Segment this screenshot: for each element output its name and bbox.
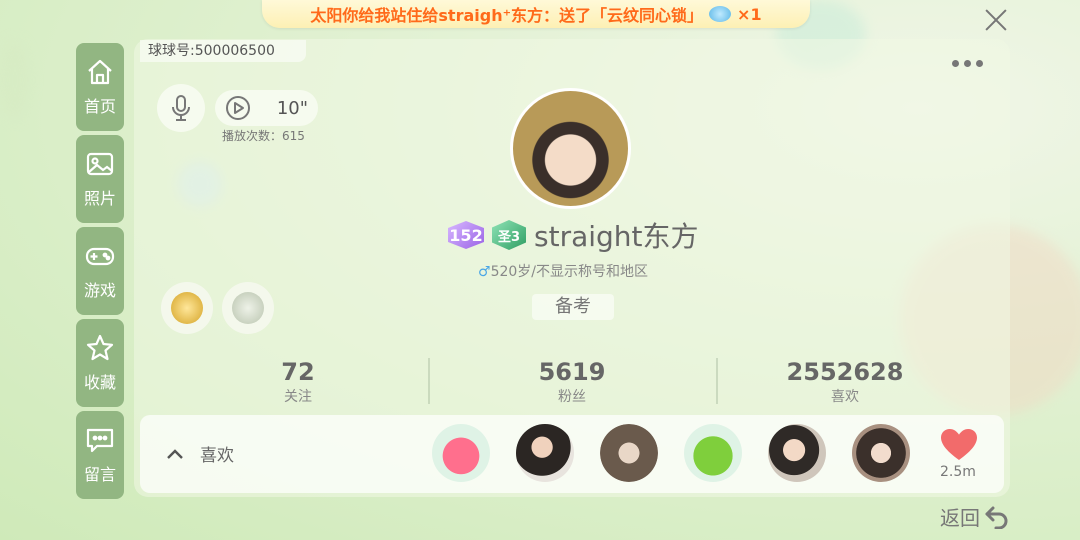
decor-bubble [0,40,30,120]
divider [716,358,718,404]
likes-toggle[interactable]: 喜欢 [166,441,234,466]
back-arrow-icon [985,506,1008,529]
back-button[interactable]: 返回 [940,502,1010,531]
heart-icon[interactable] [940,428,978,462]
stat-label: 关注 [284,389,312,405]
nav-item-favorites[interactable]: 收藏 [76,319,124,407]
stat-label: 粉丝 [558,389,586,405]
rank-badge: 圣3 [492,220,526,250]
nav-label: 首页 [83,97,116,116]
voice-intro-player[interactable]: 10" [215,90,318,126]
nav-label: 照片 [83,189,116,208]
nav-item-home[interactable]: 首页 [76,43,124,131]
username: straight东方 [534,220,699,253]
silver-medal-badge[interactable] [222,282,274,334]
level-badge: 152 [448,221,484,249]
side-nav: 首页 照片 游戏 收藏 留言 [76,43,124,503]
nav-item-messages[interactable]: 留言 [76,411,124,499]
likes-label: 喜欢 [200,446,234,466]
stat-fans[interactable]: 5619 粉丝 [472,358,672,406]
liker-avatar[interactable] [600,424,658,482]
like-count: 2.5m [940,464,976,480]
stat-value: 5619 [538,358,606,386]
gift-count: ×1 [737,4,762,24]
liker-avatar[interactable] [516,424,574,482]
divider [428,358,430,404]
nav-label: 游戏 [83,281,116,300]
close-icon[interactable] [984,8,1008,32]
status-tag: 备考 [532,294,614,320]
photo-icon [86,152,114,176]
back-label: 返回 [940,506,980,530]
stat-value: 2552628 [786,358,904,386]
mic-button[interactable] [157,84,205,132]
name-row: 152 圣3 straight东方 [448,215,699,255]
stat-label: 喜欢 [831,389,859,405]
more-options-icon[interactable] [952,60,983,67]
uid-label: 球球号:500006500 [140,40,306,62]
voice-duration: 10" [276,97,308,119]
gamepad-icon [85,247,115,266]
message-icon [86,428,114,453]
chevron-up-icon [167,448,183,459]
play-count: 播放次数：615 [222,129,305,143]
stat-value: 72 [281,358,315,386]
liker-avatar[interactable] [684,424,742,482]
gift-banner-text: 太阳你给我站住给straigh⁺东方：送了「云纹同心锁」 [310,6,704,25]
liker-avatar[interactable] [432,424,490,482]
play-icon [226,96,250,120]
nav-item-photos[interactable]: 照片 [76,135,124,223]
avatar[interactable] [510,88,631,209]
lock-gift-icon [709,6,732,22]
liker-avatar[interactable] [852,424,910,482]
gold-medal-badge[interactable] [161,282,213,334]
male-icon: ♂ [478,264,491,280]
profile-info-text: 520岁/不显示称号和地区 [490,264,649,280]
stat-likes[interactable]: 2552628 喜欢 [745,358,945,406]
nav-item-games[interactable]: 游戏 [76,227,124,315]
nav-label: 留言 [83,465,116,484]
gift-banner: 太阳你给我站住给straigh⁺东方：送了「云纹同心锁」 ×1 [262,0,810,28]
microphone-icon [172,95,190,121]
star-icon [86,334,114,361]
profile-info: ♂520岁/不显示称号和地区 [478,261,648,281]
liker-avatar[interactable] [768,424,826,482]
stat-following[interactable]: 72 关注 [198,358,398,406]
nav-label: 收藏 [83,373,116,392]
home-icon [88,59,112,85]
